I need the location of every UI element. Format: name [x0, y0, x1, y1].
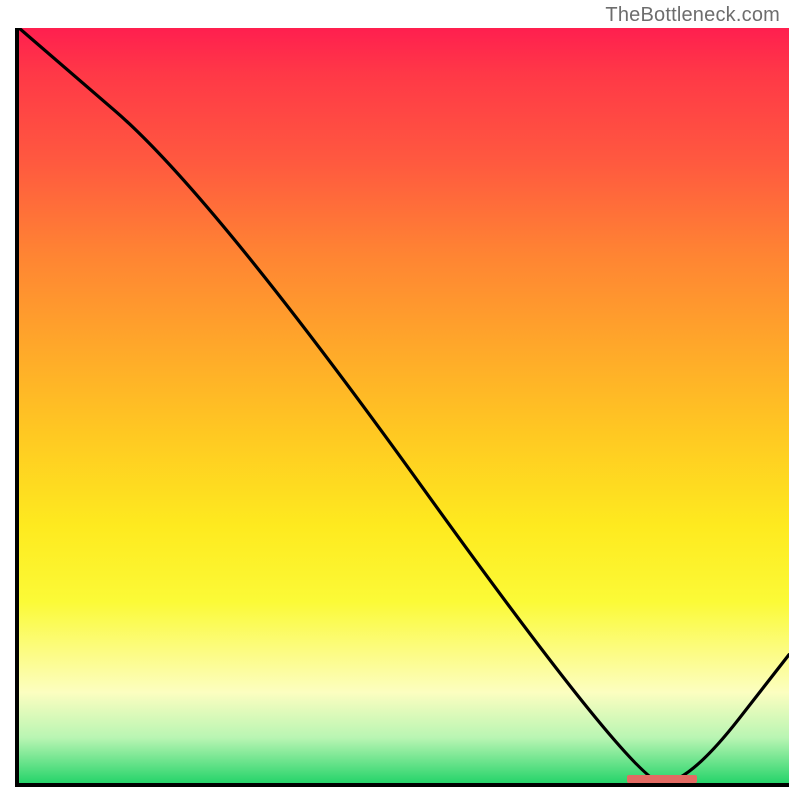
- chart-line-svg: [19, 28, 789, 783]
- optimal-range-marker: [627, 775, 696, 783]
- chart-plot-area: [15, 28, 789, 787]
- watermark-text: TheBottleneck.com: [605, 4, 780, 27]
- bottleneck-curve-path: [19, 28, 789, 783]
